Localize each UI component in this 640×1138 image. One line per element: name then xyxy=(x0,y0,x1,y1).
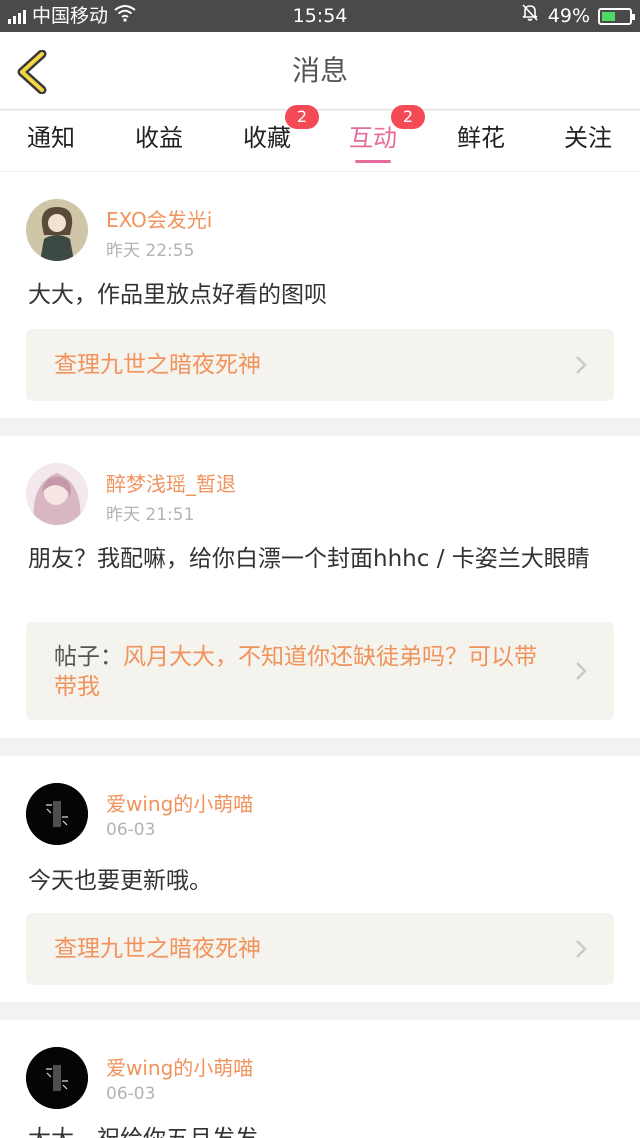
message-content: 朋友？我配嘛，给你白漂一个封面hhhc / 卡姿兰大眼睛 xyxy=(28,546,590,572)
avatar[interactable] xyxy=(26,463,88,525)
ref-text: 帖子：风月大大，不知道你还缺徒弟吗？可以带带我 xyxy=(54,642,554,702)
referenced-post[interactable]: 帖子：风月大大，不知道你还缺徒弟吗？可以带带我 xyxy=(26,622,614,720)
message-content: 今天也要更新哦。 xyxy=(28,868,212,894)
tab-flowers[interactable]: 鲜花 xyxy=(436,111,526,171)
tab-label: 关注 xyxy=(564,124,612,152)
battery-icon xyxy=(598,7,635,25)
unread-badge: 2 xyxy=(391,105,425,129)
message-content-text: 大大，祝给你五月发发 xyxy=(28,1126,614,1138)
username[interactable]: 爱wing的小萌喵 xyxy=(106,1052,253,1081)
chevron-right-icon xyxy=(576,662,587,680)
tab-follow[interactable]: 关注 xyxy=(543,111,633,171)
ref-text: 查理九世之暗夜死神 xyxy=(54,350,554,380)
chevron-right-icon xyxy=(576,356,587,374)
message-card: EXO会发光i 昨天 22:55 大大，作品里放点好看的图呗 查理九世之暗夜死神 xyxy=(0,172,640,418)
battery-percent: 49% xyxy=(547,5,590,27)
tab-earnings[interactable]: 收益 xyxy=(114,111,204,171)
username[interactable]: 爱wing的小萌喵 xyxy=(106,788,253,817)
nav-bar: 消息 xyxy=(0,32,640,110)
tab-label: 收藏 xyxy=(243,124,291,152)
username[interactable]: EXO会发光i xyxy=(106,204,212,233)
active-tab-indicator xyxy=(355,160,391,163)
message-card: 醉梦浅瑶_暂退 昨天 21:51 朋友？我配嘛，给你白漂一个封面hhhc / 卡… xyxy=(0,436,640,738)
tab-notice[interactable]: 通知 xyxy=(6,111,96,171)
message-content: 大大，作品里放点好看的图呗 xyxy=(28,282,327,308)
referenced-work[interactable]: 查理九世之暗夜死神 xyxy=(26,913,614,985)
message-card: 爱wing的小萌喵 06-03 今天也要更新哦。 查理九世之暗夜死神 xyxy=(0,756,640,1002)
tab-label: 互动 xyxy=(349,124,397,152)
message-time: 06-03 xyxy=(106,1084,156,1104)
avatar[interactable] xyxy=(26,1047,88,1109)
mute-bell-icon xyxy=(520,0,540,32)
tab-interaction[interactable]: 互动 2 xyxy=(328,105,425,171)
message-time: 昨天 21:51 xyxy=(106,505,195,525)
avatar[interactable] xyxy=(26,199,88,261)
tab-label: 收益 xyxy=(135,124,183,152)
unread-badge: 2 xyxy=(285,105,319,129)
message-time: 06-03 xyxy=(106,820,156,840)
tab-bar: 通知 收益 收藏 2 互动 2 鲜花 关注 xyxy=(0,105,640,171)
tab-label: 鲜花 xyxy=(457,124,505,152)
ref-prefix: 帖子： xyxy=(54,644,123,670)
page-title: 消息 xyxy=(291,54,348,87)
ref-title: 查理九世之暗夜死神 xyxy=(54,936,261,962)
ref-text: 查理九世之暗夜死神 xyxy=(54,934,554,964)
tab-favorites[interactable]: 收藏 2 xyxy=(222,105,319,171)
message-content: 大大，祝给你五月发发 xyxy=(28,1126,614,1138)
tab-label: 通知 xyxy=(27,124,75,152)
referenced-work[interactable]: 查理九世之暗夜死神 xyxy=(26,329,614,401)
ref-title: 风月大大，不知道你还缺徒弟吗？可以带带我 xyxy=(54,644,537,700)
message-time: 昨天 22:55 xyxy=(106,241,195,261)
ref-title: 查理九世之暗夜死神 xyxy=(54,352,261,378)
status-bar: 中国移动 15:54 49% xyxy=(0,0,640,32)
message-card: 爱wing的小萌喵 06-03 大大，祝给你五月发发 xyxy=(0,1020,640,1138)
avatar[interactable] xyxy=(26,783,88,845)
username[interactable]: 醉梦浅瑶_暂退 xyxy=(106,468,236,497)
chevron-right-icon xyxy=(576,940,587,958)
